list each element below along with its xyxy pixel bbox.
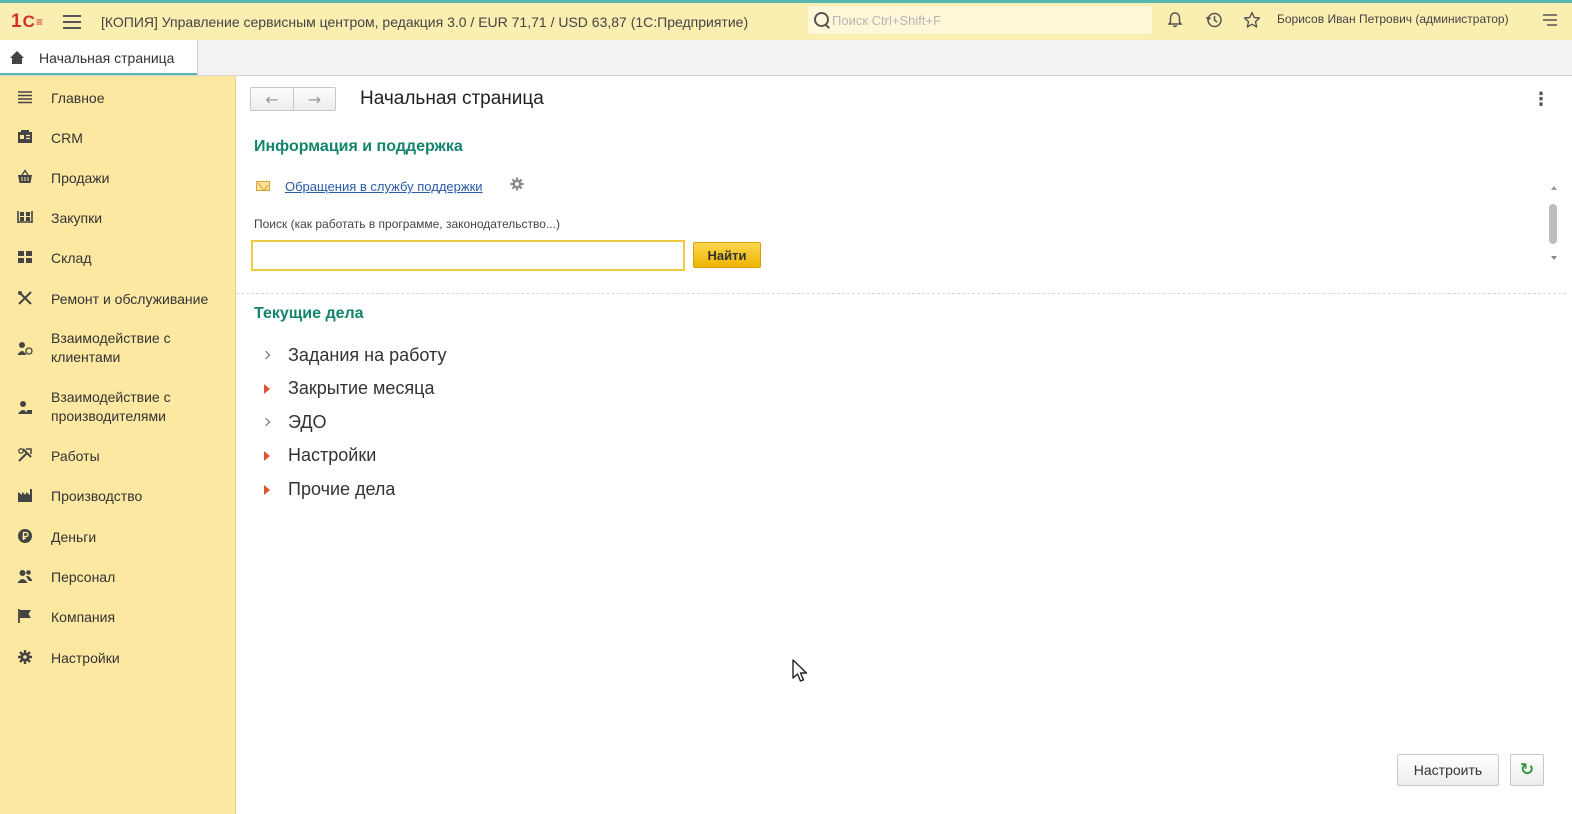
sidebar-item-clients[interactable]: Взаимодействие с клиентами — [0, 329, 236, 369]
main-menu-icon[interactable] — [63, 14, 81, 29]
task-group-month-close[interactable]: Закрытие месяца — [236, 377, 636, 401]
task-group-label: Задания на работу — [288, 345, 447, 365]
sidebar-item-money[interactable]: Деньги — [0, 527, 236, 547]
sidebar-item-label: Компания — [51, 608, 116, 625]
menu-icon — [16, 89, 34, 107]
staff-icon — [16, 568, 34, 586]
sidebar-item-works[interactable]: Работы — [0, 446, 236, 466]
sidebar-item-label: Склад — [51, 249, 92, 266]
clients-icon — [16, 340, 34, 358]
sidebar-item-sales[interactable]: Продажи — [0, 168, 236, 188]
tabs-bar: Начальная страница — [0, 40, 1572, 76]
sidebar-item-crm[interactable]: CRM — [0, 128, 236, 148]
menu-lines-icon[interactable] — [1539, 9, 1561, 31]
sidebar-item-label: Персонал — [51, 568, 116, 585]
info-section-heading: Информация и поддержка — [254, 138, 463, 155]
main-content: ← → Начальная страница ⋮ Информация и по… — [236, 76, 1572, 814]
sidebar-item-label: Деньги — [51, 528, 97, 545]
settings-gear-icon[interactable] — [509, 176, 525, 196]
purchases-icon — [16, 209, 34, 227]
support-requests-link[interactable]: Обращения в службу поддержки — [285, 179, 483, 194]
triangle-right-icon — [263, 384, 271, 394]
sidebar-item-label: Главное — [51, 89, 105, 106]
sidebar-item-settings[interactable]: Настройки — [0, 648, 236, 668]
gear-icon — [16, 649, 34, 667]
sidebar-item-label: Взаимодействие с производителями — [51, 389, 171, 424]
envelope-icon — [256, 181, 270, 191]
task-group-work-orders[interactable]: Задания на работу — [236, 344, 636, 368]
works-icon — [16, 447, 34, 465]
sidebar-item-label: Работы — [51, 447, 100, 464]
sidebar: Главное CRM Продажи Закупки Склад Ремонт… — [0, 76, 236, 814]
1c-logo-icon[interactable]: 1 С ≡ — [11, 11, 49, 33]
flag-icon — [16, 608, 34, 626]
task-group-settings[interactable]: Настройки — [236, 444, 636, 468]
sidebar-item-warehouse[interactable]: Склад — [0, 248, 236, 268]
tasks-section-heading: Текущие дела — [254, 305, 364, 322]
kb-search-caption: Поиск (как работать в программе, законод… — [254, 217, 560, 231]
section-divider — [236, 293, 1566, 294]
sidebar-item-staff[interactable]: Персонал — [0, 567, 236, 587]
sidebar-item-producers[interactable]: Взаимодействие с производителями — [0, 388, 236, 428]
home-icon — [9, 50, 25, 65]
warehouse-icon — [16, 249, 34, 267]
find-button[interactable]: Найти — [693, 242, 761, 268]
mouse-cursor-icon — [792, 659, 808, 682]
sidebar-item-label: Закупки — [51, 209, 103, 226]
tab-home[interactable]: Начальная страница — [0, 40, 198, 75]
star-icon[interactable] — [1241, 9, 1263, 31]
scrollbar-thumb[interactable] — [1549, 204, 1557, 244]
ruble-icon — [16, 528, 34, 546]
refresh-button[interactable]: ↻ — [1510, 754, 1544, 786]
sidebar-item-company[interactable]: Компания — [0, 607, 236, 627]
sidebar-item-purchases[interactable]: Закупки — [0, 208, 236, 228]
task-group-label: Прочие дела — [288, 479, 396, 499]
bell-icon[interactable] — [1164, 9, 1186, 31]
tools-icon — [16, 290, 34, 308]
scroll-up-arrow-icon[interactable] — [1551, 186, 1557, 190]
arrow-right-icon: → — [307, 89, 322, 109]
history-nav: ← → — [250, 87, 336, 111]
triangle-right-icon — [263, 451, 271, 461]
forward-button[interactable]: → — [292, 88, 335, 110]
scroll-down-arrow-icon[interactable] — [1551, 256, 1557, 260]
task-group-other[interactable]: Прочие дела — [236, 478, 636, 502]
page-title: Начальная страница — [360, 88, 544, 109]
chevron-right-icon — [263, 350, 271, 360]
search-icon — [812, 10, 832, 30]
factory-icon — [16, 487, 34, 505]
sidebar-item-production[interactable]: Производство — [0, 486, 236, 506]
configure-button[interactable]: Настроить — [1397, 754, 1499, 786]
sidebar-item-repair[interactable]: Ремонт и обслуживание — [0, 289, 236, 309]
sidebar-item-label: Взаимодействие с клиентами — [51, 330, 171, 365]
more-actions-icon[interactable]: ⋮ — [1532, 88, 1550, 110]
chevron-right-icon — [263, 417, 271, 427]
sidebar-item-main[interactable]: Главное — [0, 88, 236, 108]
current-user[interactable]: Борисов Иван Петрович (администратор) — [1277, 12, 1509, 26]
back-button[interactable]: ← — [251, 88, 293, 110]
refresh-icon: ↻ — [1519, 760, 1535, 780]
sidebar-item-label: Ремонт и обслуживание — [51, 290, 209, 307]
tab-home-label: Начальная страница — [39, 49, 175, 66]
kb-search-input[interactable] — [251, 240, 685, 271]
task-group-label: Закрытие месяца — [288, 378, 435, 398]
task-group-label: Настройки — [288, 445, 377, 465]
task-group-edo[interactable]: ЭДО — [236, 411, 636, 435]
basket-icon — [16, 169, 34, 187]
sidebar-item-label: Производство — [51, 487, 143, 504]
window-title: [КОПИЯ] Управление сервисным центром, ре… — [101, 13, 749, 30]
sidebar-item-label: CRM — [51, 129, 83, 146]
triangle-right-icon — [263, 485, 271, 495]
crm-icon — [16, 129, 34, 147]
sidebar-item-label: Продажи — [51, 169, 110, 186]
producers-icon — [16, 399, 34, 417]
task-group-label: ЭДО — [288, 412, 327, 432]
global-search-input[interactable] — [832, 12, 1132, 28]
arrow-left-icon: ← — [265, 89, 279, 109]
history-icon[interactable] — [1203, 9, 1225, 31]
global-search[interactable] — [808, 6, 1152, 34]
sidebar-item-label: Настройки — [51, 649, 120, 666]
